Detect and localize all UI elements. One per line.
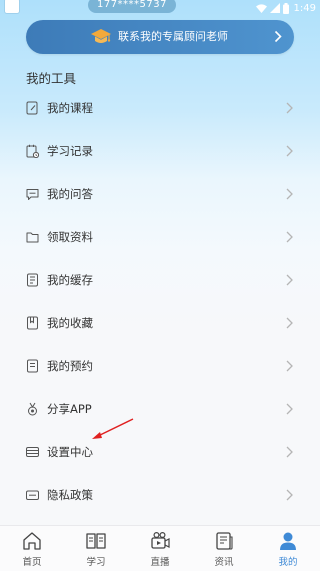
menu-item-get-materials[interactable]: 领取资料 [0,216,320,259]
section-title: 我的工具 [26,71,77,86]
menu-item-label: 隐私政策 [47,488,93,502]
cellular-signal-icon [269,3,280,13]
menu-item-label: 我的预约 [47,359,93,373]
privacy-policy-icon [26,490,39,500]
menu-item-label: 我的问答 [47,187,93,201]
chevron-right-icon [286,102,293,114]
chevron-right-icon [286,403,293,415]
menu-item-my-qa[interactable]: 我的问答 [0,173,320,216]
menu-item-my-cache[interactable]: 我的缓存 [0,259,320,302]
status-icons: 1:49 [255,1,316,15]
menu-item-privacy-policy[interactable]: 隐私政策 [0,474,320,517]
menu-item-study-records[interactable]: 学习记录 [0,130,320,173]
menu-item-label: 我的收藏 [47,316,93,330]
cache-download-icon [27,273,38,287]
chevron-right-icon [286,317,293,329]
chevron-right-icon [286,188,293,200]
tab-label: 直播 [150,557,170,568]
menu-item-label: 学习记录 [47,144,93,158]
tab-news[interactable]: 资讯 [192,526,256,571]
chevron-right-icon [286,145,293,157]
chevron-right-icon [286,360,293,372]
menu-item-settings-center[interactable]: 设置中心 [0,431,320,474]
folder-icon [26,232,39,243]
menu-item-my-courses[interactable]: 我的课程 [0,87,320,130]
course-book-icon [26,101,38,115]
chevron-right-icon [286,446,293,458]
open-book-icon [86,533,106,549]
tab-home[interactable]: 首页 [0,526,64,571]
menu-item-label: 设置中心 [47,445,93,459]
contact-advisor-label: 联系我的专属顾问老师 [118,30,228,43]
live-camera-icon [151,531,170,549]
app-notification-icon [4,0,20,14]
person-icon [280,532,296,550]
chat-bubble-icon [26,189,39,200]
bookmark-icon [27,316,38,330]
share-medal-icon [28,402,37,416]
tab-label: 资讯 [214,557,234,568]
appointment-icon [27,359,38,373]
tools-menu-list: 我的课程 学习记录 我的问答 领取资料 我的缓存 我的收藏 我的预约 分享APP… [0,87,320,517]
annotation-arrow-icon [92,418,134,439]
tab-study[interactable]: 学习 [64,526,128,571]
tab-label: 我的 [278,557,298,568]
tab-live[interactable]: 直播 [128,526,192,571]
contact-advisor-button[interactable]: 联系我的专属顾问老师 [26,20,294,54]
tab-mine[interactable]: 我的 [256,526,320,571]
menu-item-my-appointments[interactable]: 我的预约 [0,345,320,388]
menu-item-label: 我的课程 [47,101,93,115]
chevron-right-icon [286,489,293,501]
chevron-right-icon [274,30,282,43]
menu-item-my-favorites[interactable]: 我的收藏 [0,302,320,345]
chevron-right-icon [286,274,293,286]
graduation-cap-icon [91,29,111,43]
settings-list-icon [26,447,39,457]
tab-label: 首页 [22,557,42,568]
status-bar: 177****5737 1:49 [0,0,320,18]
wifi-icon [255,3,267,13]
phone-number-pill: 177****5737 [88,0,176,13]
study-record-icon [26,144,39,158]
home-icon [23,532,41,550]
menu-item-share-app[interactable]: 分享APP [0,388,320,431]
news-icon [216,532,233,550]
chevron-right-icon [286,231,293,243]
menu-item-label: 我的缓存 [47,273,93,287]
battery-icon [282,2,289,14]
tab-label: 学习 [86,557,106,568]
bottom-tab-bar: 首页 学习 直播 资讯 我的 [0,525,320,571]
menu-item-label: 领取资料 [47,230,93,244]
menu-item-label: 分享APP [47,402,92,416]
status-time: 1:49 [293,2,316,14]
